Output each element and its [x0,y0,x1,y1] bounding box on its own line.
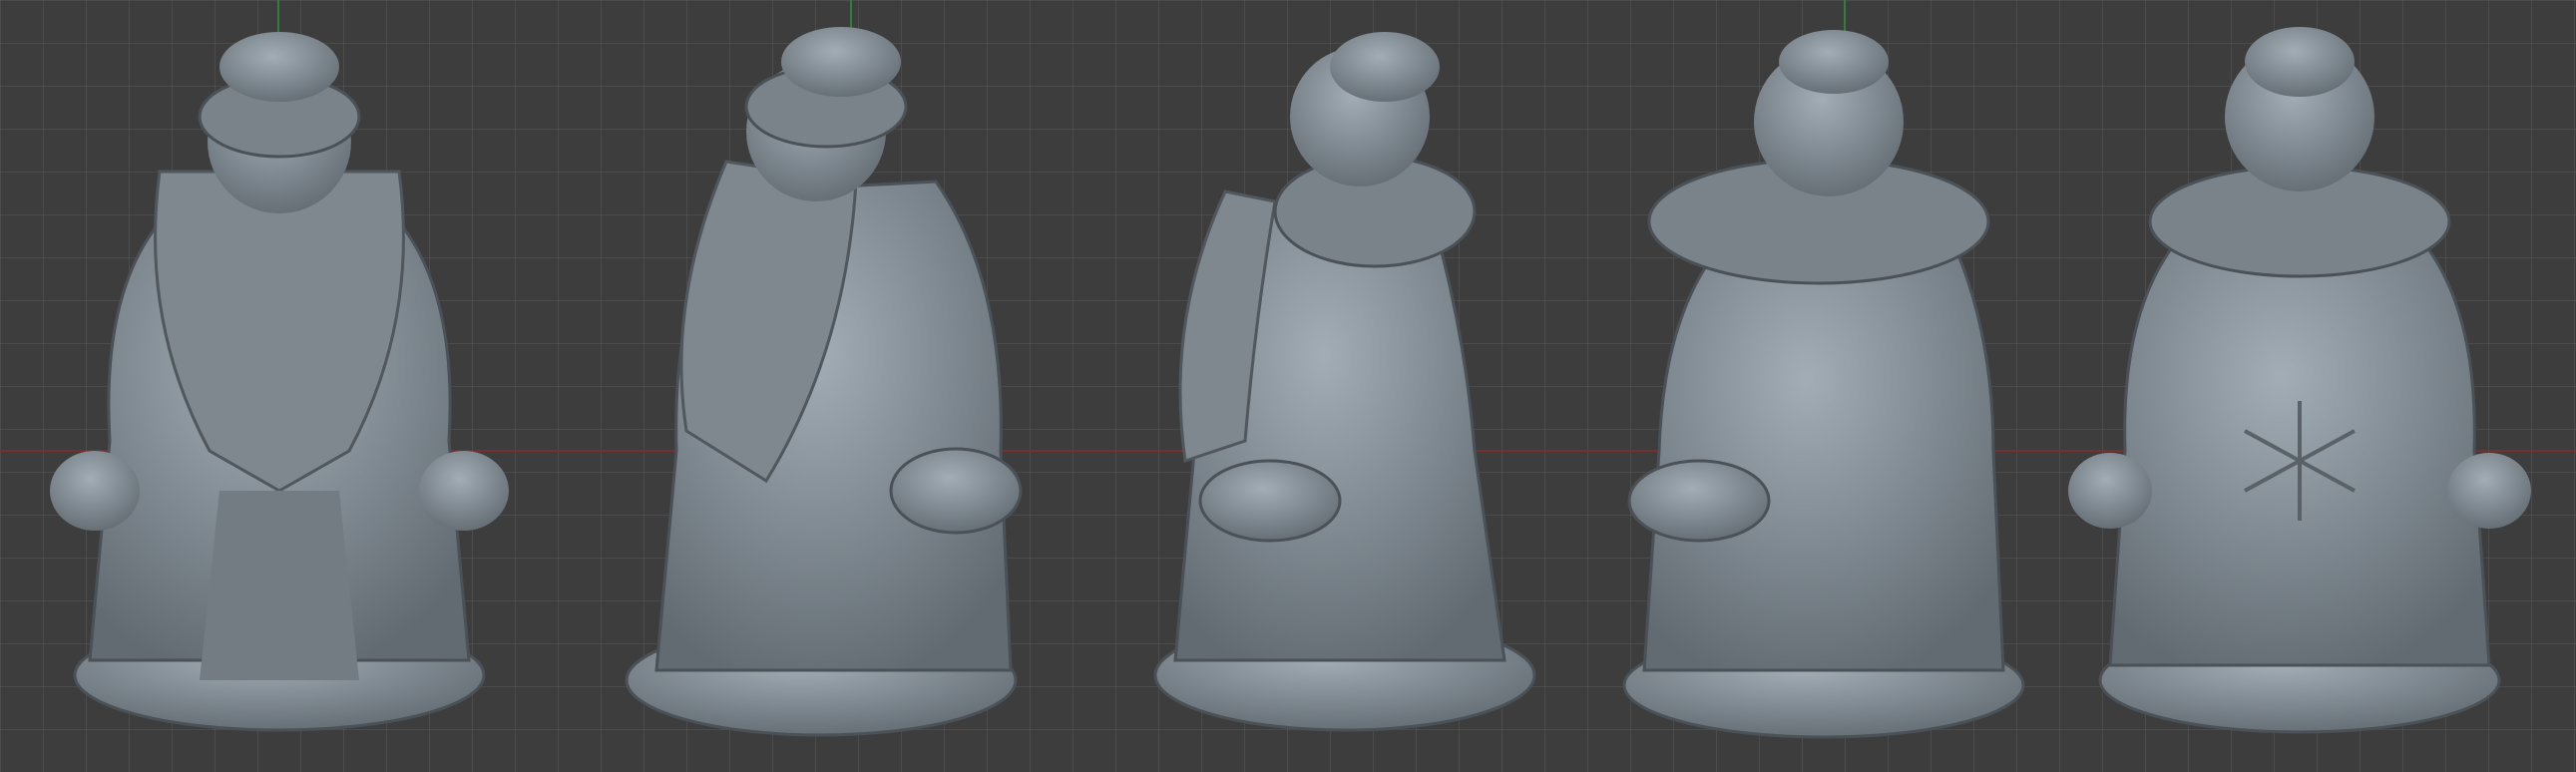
santa-model-three-quarter[interactable] [617,22,1036,750]
santa-model-back-three-quarter[interactable] [1614,22,2033,750]
santa-model-front[interactable] [40,22,519,750]
santa-back-icon [2068,27,2531,734]
3d-viewport[interactable] [0,0,2576,772]
santa-model-back[interactable] [2065,22,2534,750]
santa-back-three-quarter-icon [1622,30,2025,739]
santa-model-side[interactable] [1145,22,1544,750]
santa-three-quarter-icon [625,27,1023,737]
santa-side-icon [1153,32,1536,732]
santa-front-icon [50,32,509,732]
